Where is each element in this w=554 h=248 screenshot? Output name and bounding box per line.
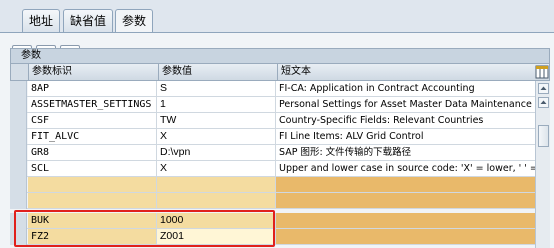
short-text-cell bbox=[275, 177, 535, 192]
vertical-scrollbar[interactable] bbox=[535, 81, 550, 248]
short-text-cell: Upper and lower case in source code: 'X'… bbox=[275, 161, 535, 176]
param-id-cell[interactable] bbox=[28, 177, 156, 192]
short-text-cell bbox=[275, 193, 535, 208]
table-header: 参数标识 参数值 短文本 bbox=[10, 64, 550, 81]
tab-defaults[interactable]: 缺省值 bbox=[63, 9, 113, 33]
short-text-cell bbox=[275, 229, 535, 244]
header-param-value[interactable]: 参数值 bbox=[158, 64, 277, 80]
header-param-id[interactable]: 参数标识 bbox=[28, 64, 158, 80]
table-row[interactable]: 8AP S FI-CA: Application in Contract Acc… bbox=[10, 81, 535, 97]
scroll-up-button[interactable] bbox=[538, 83, 549, 94]
short-text-cell: FI Line Items: ALV Grid Control bbox=[275, 129, 535, 144]
row-selector[interactable] bbox=[10, 129, 27, 145]
tab-parameters[interactable]: 参数 bbox=[115, 9, 153, 34]
table-title: 参数 bbox=[10, 48, 550, 64]
tab-parameters-label: 参数 bbox=[121, 14, 146, 28]
param-id-cell: FIT_ALVC bbox=[28, 129, 156, 144]
short-text-cell: FI-CA: Application in Contract Accountin… bbox=[275, 81, 535, 96]
param-value-cell[interactable] bbox=[156, 193, 275, 208]
select-all-cell[interactable] bbox=[11, 64, 28, 80]
tab-address-label: 地址 bbox=[28, 14, 53, 28]
row-selector[interactable] bbox=[10, 193, 27, 209]
param-id-cell: 8AP bbox=[28, 81, 156, 96]
param-value-cell[interactable]: X bbox=[156, 129, 275, 144]
short-text-cell: Country-Specific Fields: Relevant Countr… bbox=[275, 113, 535, 128]
tab-strip: 地址 缺省值 参数 bbox=[0, 0, 554, 34]
arrow-up-icon bbox=[540, 100, 547, 104]
param-value-cell[interactable]: TW bbox=[156, 113, 275, 128]
param-id-cell: SCL bbox=[28, 161, 156, 176]
short-text-cell bbox=[275, 213, 535, 228]
tab-defaults-label: 缺省值 bbox=[69, 14, 106, 28]
table-row[interactable]: GR8 D:\vpn SAP 图形: 文件传输的下载路径 bbox=[10, 145, 535, 161]
row-selector[interactable] bbox=[10, 81, 27, 97]
param-id-cell[interactable] bbox=[28, 193, 156, 208]
row-selector[interactable] bbox=[10, 161, 27, 177]
row-selector[interactable] bbox=[10, 97, 27, 113]
table-row[interactable]: ASSETMASTER_SETTINGS 1 Personal Settings… bbox=[10, 97, 535, 113]
tab-address[interactable]: 地址 bbox=[22, 9, 60, 33]
param-value-cell[interactable]: S bbox=[156, 81, 275, 96]
param-value-cell[interactable]: 1 bbox=[156, 97, 275, 112]
column-settings-icon[interactable] bbox=[535, 65, 549, 79]
param-id-cell: GR8 bbox=[28, 145, 156, 160]
param-value-cell[interactable]: D:\vpn bbox=[156, 145, 275, 160]
table-row[interactable]: CSF TW Country-Specific Fields: Relevant… bbox=[10, 113, 535, 129]
short-text-cell: SAP 图形: 文件传输的下载路径 bbox=[275, 145, 535, 160]
annotation-highlight-box bbox=[14, 210, 275, 247]
param-id-cell: CSF bbox=[28, 113, 156, 128]
short-text-cell: Personal Settings for Asset Master Data … bbox=[275, 97, 535, 112]
row-selector[interactable] bbox=[10, 177, 27, 193]
table-row[interactable] bbox=[10, 193, 535, 209]
param-value-cell[interactable]: X bbox=[156, 161, 275, 176]
table-row[interactable] bbox=[10, 177, 535, 193]
header-short-text[interactable]: 短文本 bbox=[277, 64, 535, 80]
table-row[interactable]: SCL X Upper and lower case in source cod… bbox=[10, 161, 535, 177]
arrow-up-icon bbox=[540, 86, 547, 90]
scroll-page-up-button[interactable] bbox=[538, 97, 549, 108]
table-row[interactable]: FIT_ALVC X FI Line Items: ALV Grid Contr… bbox=[10, 129, 535, 145]
scroll-thumb[interactable] bbox=[538, 125, 549, 147]
param-value-cell[interactable] bbox=[156, 177, 275, 192]
param-id-cell: ASSETMASTER_SETTINGS bbox=[28, 97, 156, 112]
row-selector[interactable] bbox=[10, 113, 27, 129]
row-selector[interactable] bbox=[10, 145, 27, 161]
